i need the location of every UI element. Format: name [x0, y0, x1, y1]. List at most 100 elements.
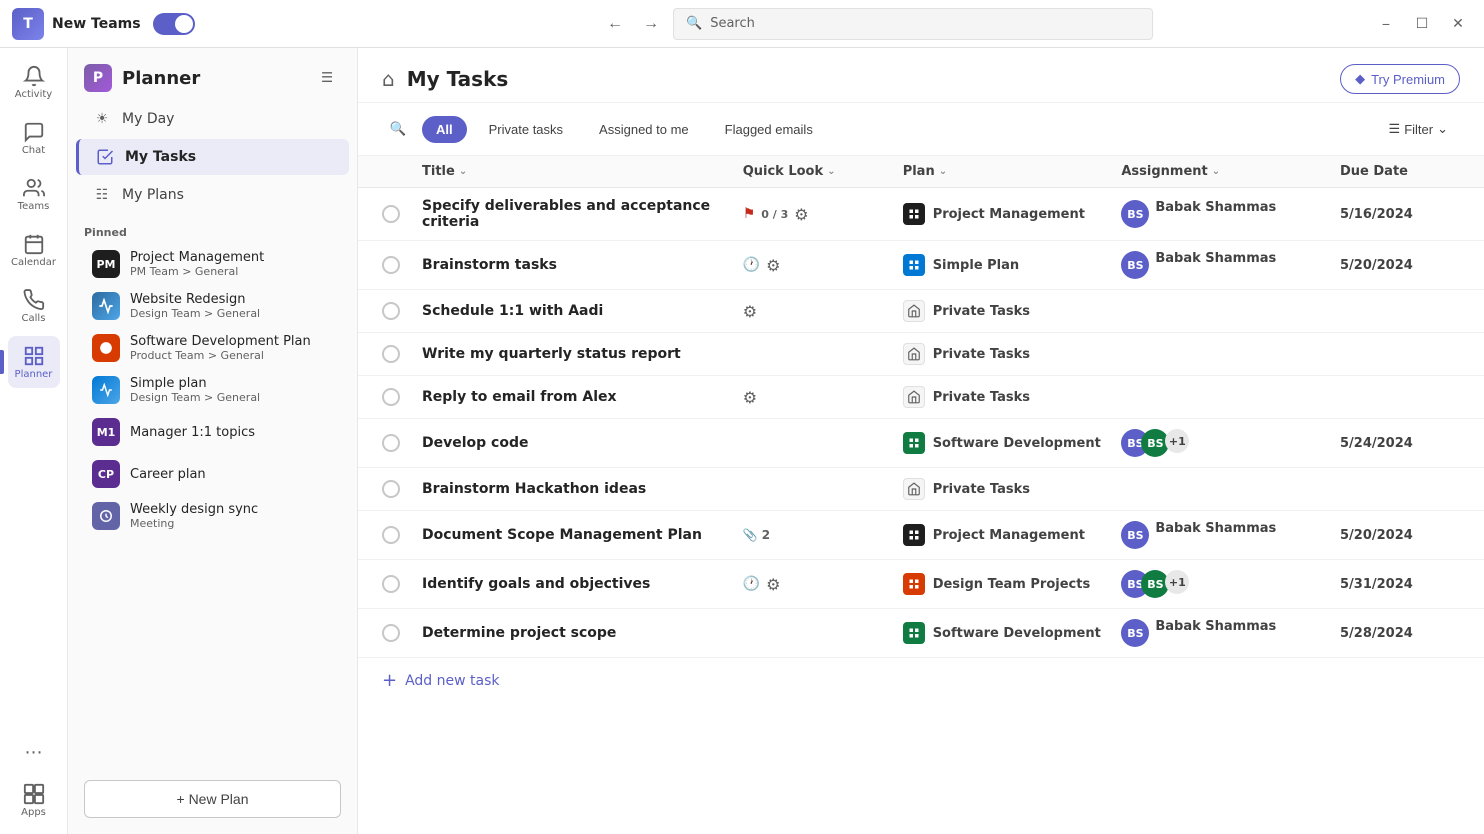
table-row[interactable]: Reply to email from Alex ⚙ Private Tasks — [358, 376, 1484, 419]
add-task-label: Add new task — [405, 673, 499, 689]
clock-icon: 🕐 — [743, 576, 760, 592]
task-checkbox[interactable] — [382, 480, 422, 498]
pinned-item-cp[interactable]: CP Career plan — [76, 454, 349, 494]
pm-name: Project Management — [130, 250, 264, 265]
attachment-icon: 📎 2 — [743, 528, 770, 542]
filter-search-button[interactable]: 🔍 — [382, 113, 414, 145]
checkbox-circle[interactable] — [382, 256, 400, 274]
sidebar-item-calls[interactable]: Calls — [8, 280, 60, 332]
task-checkbox[interactable] — [382, 205, 422, 223]
pinned-item-wr[interactable]: Website Redesign Design Team > General — [76, 286, 349, 326]
task-plan: Private Tasks — [903, 478, 1122, 500]
sidebar-title: Planner — [122, 68, 303, 89]
table-row[interactable]: Identify goals and objectives 🕐⚙ Design … — [358, 560, 1484, 609]
task-checkbox[interactable] — [382, 388, 422, 406]
try-premium-button[interactable]: ◆ Try Premium — [1340, 64, 1460, 94]
task-checkbox[interactable] — [382, 526, 422, 544]
sidebar-collapse-button[interactable]: ☰ — [313, 64, 341, 92]
sidebar-item-teams[interactable]: Teams — [8, 168, 60, 220]
activity-label: Activity — [15, 89, 52, 100]
task-assignment: BS Babak Shammas — [1121, 251, 1340, 279]
col-quicklook[interactable]: Quick Look ⌄ — [743, 164, 903, 179]
pinned-item-wd[interactable]: Weekly design sync Meeting — [76, 496, 349, 536]
table-row[interactable]: Write my quarterly status report Private… — [358, 333, 1484, 376]
checkbox-circle[interactable] — [382, 526, 400, 544]
checkbox-circle[interactable] — [382, 434, 400, 452]
pinned-item-sp[interactable]: Simple plan Design Team > General — [76, 370, 349, 410]
task-plan: Project Management — [903, 524, 1122, 546]
task-checkbox[interactable] — [382, 256, 422, 274]
checkbox-circle[interactable] — [382, 575, 400, 593]
checkbox-circle[interactable] — [382, 345, 400, 363]
checkbox-circle[interactable] — [382, 480, 400, 498]
task-plan: Private Tasks — [903, 300, 1122, 322]
search-bar[interactable]: 🔍 Search — [673, 8, 1153, 40]
pinned-item-pm[interactable]: PM Project Management PM Team > General — [76, 244, 349, 284]
filter-button[interactable]: ☰ Filter ⌄ — [1377, 115, 1460, 143]
sidebar-item-calendar[interactable]: Calendar — [8, 224, 60, 276]
tab-assigned[interactable]: Assigned to me — [585, 116, 703, 143]
task-duedate: 5/24/2024 — [1340, 436, 1460, 451]
plan-icon — [903, 343, 925, 365]
checkbox-circle[interactable] — [382, 302, 400, 320]
tab-flagged[interactable]: Flagged emails — [711, 116, 827, 143]
sidebar-item-activity[interactable]: Activity — [8, 56, 60, 108]
task-plan: Software Development — [903, 432, 1122, 454]
task-checkbox[interactable] — [382, 575, 422, 593]
add-task-row[interactable]: + Add new task — [358, 658, 1484, 703]
checkbox-circle[interactable] — [382, 624, 400, 642]
col-title[interactable]: Title ⌄ — [422, 164, 743, 179]
table-row[interactable]: Specify deliverables and acceptance crit… — [358, 188, 1484, 241]
minimize-button[interactable]: − — [1372, 8, 1400, 40]
nav-item-myday[interactable]: ☀ My Day — [76, 101, 349, 137]
back-button[interactable]: ← — [601, 10, 629, 38]
table-row[interactable]: Schedule 1:1 with Aadi ⚙ Private Tasks — [358, 290, 1484, 333]
new-plan-button[interactable]: + New Plan — [84, 780, 341, 818]
table-row[interactable]: Develop code Software Development BS BS … — [358, 419, 1484, 468]
plan-icon — [903, 254, 925, 276]
flag-icon: ⚑ — [743, 206, 756, 222]
table-row[interactable]: Document Scope Management Plan 📎 2 Proje… — [358, 511, 1484, 560]
task-plan: Private Tasks — [903, 386, 1122, 408]
pinned-item-m1[interactable]: M1 Manager 1:1 topics — [76, 412, 349, 452]
sun-icon: ☀ — [92, 109, 112, 129]
tab-private[interactable]: Private tasks — [475, 116, 577, 143]
settings-icon: ⚙ — [766, 575, 780, 594]
task-checkbox[interactable] — [382, 434, 422, 452]
close-button[interactable]: ✕ — [1444, 8, 1472, 40]
task-quicklook: ⚑0 / 3⚙ — [743, 205, 903, 224]
task-checkbox[interactable] — [382, 302, 422, 320]
table-row[interactable]: Brainstorm tasks 🕐⚙ Simple Plan BS Babak… — [358, 241, 1484, 290]
plan-name: Private Tasks — [933, 347, 1030, 362]
tab-all[interactable]: All — [422, 116, 467, 143]
checkbox-circle[interactable] — [382, 388, 400, 406]
task-checkbox[interactable] — [382, 345, 422, 363]
new-teams-toggle[interactable] — [153, 13, 195, 35]
icon-nav: Activity Chat Teams Calendar Calls — [0, 48, 68, 834]
forward-button[interactable]: → — [637, 10, 665, 38]
plan-name: Private Tasks — [933, 390, 1030, 405]
nav-item-mytasks[interactable]: My Tasks — [76, 139, 349, 175]
nav-item-myplans[interactable]: ☷ My Plans — [76, 177, 349, 213]
more-dots-button[interactable]: ⋯ — [8, 734, 60, 770]
checkbox-circle[interactable] — [382, 205, 400, 223]
diamond-icon: ◆ — [1355, 71, 1365, 87]
m1-name: Manager 1:1 topics — [130, 425, 255, 440]
sidebar-item-chat[interactable]: Chat — [8, 112, 60, 164]
pinned-item-sd[interactable]: Software Development Plan Product Team >… — [76, 328, 349, 368]
teams-logo: T — [12, 8, 44, 40]
planner-label: Planner — [15, 369, 53, 380]
task-quicklook: ⚙ — [743, 388, 903, 407]
col-plan[interactable]: Plan ⌄ — [903, 164, 1122, 179]
sidebar-item-planner[interactable]: Planner — [8, 336, 60, 388]
sidebar-item-apps[interactable]: Apps — [8, 774, 60, 826]
table-row[interactable]: Determine project scope Software Develop… — [358, 609, 1484, 658]
col-assignment[interactable]: Assignment ⌄ — [1121, 164, 1340, 179]
task-assignment: BS Babak Shammas — [1121, 200, 1340, 228]
table-row[interactable]: Brainstorm Hackathon ideas Private Tasks — [358, 468, 1484, 511]
task-plan: Simple Plan — [903, 254, 1122, 276]
sd-name: Software Development Plan — [130, 334, 311, 349]
task-quicklook: 🕐⚙ — [743, 256, 903, 275]
task-checkbox[interactable] — [382, 624, 422, 642]
maximize-button[interactable]: ☐ — [1408, 8, 1436, 40]
